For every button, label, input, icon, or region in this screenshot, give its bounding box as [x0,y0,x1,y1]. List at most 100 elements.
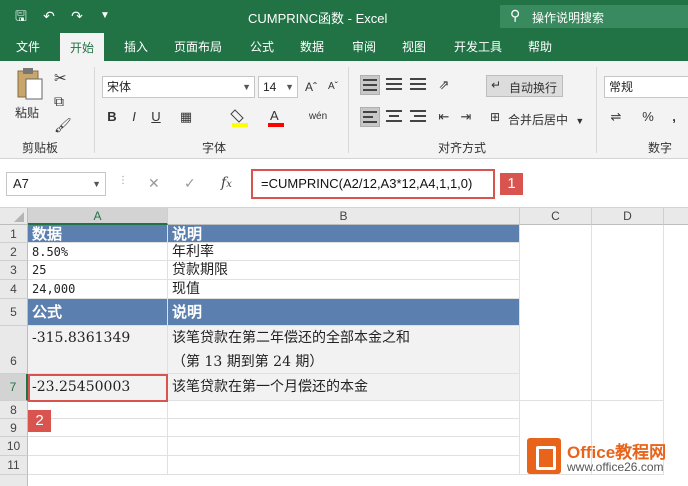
name-box-value: A7 [13,176,29,191]
cell-a2[interactable]: 8.50% [28,243,168,261]
tab-home[interactable]: 开始 [60,33,105,61]
column-header-b[interactable]: B [168,208,520,225]
currency-icon[interactable]: ⇌ [606,107,626,127]
ribbon-tabs: 文件 开始 插入 页面布局 公式 数据 审阅 视图 开发工具 帮助 [0,33,688,61]
cell-b9[interactable] [168,419,520,437]
cancel-icon[interactable]: ✕ [148,175,160,192]
tab-formulas[interactable]: 公式 [250,33,274,61]
insert-function-icon[interactable]: fx [221,175,232,191]
tab-review[interactable]: 审阅 [352,33,376,61]
cell-b10[interactable] [168,437,520,456]
cell-b6[interactable]: 该笔贷款在第二年偿还的全部本金之和 （第 13 期到第 24 期） [168,326,520,374]
row-header-3[interactable]: 3 [0,261,28,280]
cell-d-range[interactable] [592,225,664,401]
paste-icon[interactable] [14,67,44,101]
align-bottom-icon[interactable] [408,75,428,95]
tab-view[interactable]: 视图 [402,33,426,61]
wrap-text-button[interactable]: ↵ 自动换行 [486,75,564,97]
cell-a3[interactable]: 25 [28,261,168,280]
cell-a6[interactable]: -315.8361349 [28,326,168,374]
cell-c-range[interactable] [520,225,592,401]
wrap-text-label: 自动换行 [509,81,558,95]
align-right-icon[interactable] [408,107,428,127]
cell-b8[interactable] [168,401,520,419]
align-center-icon[interactable] [384,107,404,127]
cell-a5[interactable]: 公式 [28,299,168,326]
paste-button[interactable]: 粘贴 [15,104,39,121]
cell-b3[interactable]: 贷款期限 [168,261,520,280]
watermark-url: www.office26.com [567,460,664,474]
italic-button[interactable]: I [124,107,144,127]
font-name-combo[interactable]: 宋体 ▼ [102,76,255,98]
tab-insert[interactable]: 插入 [124,33,148,61]
undo-icon[interactable]: ↶ [38,6,60,26]
tab-help[interactable]: 帮助 [528,33,552,61]
copy-icon[interactable]: ⧉ [54,93,64,110]
column-header-a[interactable]: A [28,208,168,225]
row-header-12[interactable] [0,475,28,486]
row-header-7[interactable]: 7 [0,374,28,401]
column-header-e[interactable] [664,208,688,225]
cell-a11[interactable] [28,456,168,475]
row-header-4[interactable]: 4 [0,280,28,299]
row-header-11[interactable]: 11 [0,456,28,475]
cell-a4[interactable]: 24,000 [28,280,168,299]
number-format-combo[interactable]: 常规 [604,76,688,98]
align-top-icon[interactable] [360,75,380,95]
number-format-value: 常规 [609,80,634,94]
format-painter-icon[interactable]: 🖌 [54,117,72,134]
cell-b5[interactable]: 说明 [168,299,520,326]
row-header-1[interactable]: 1 [0,225,28,243]
name-box[interactable]: A7 ▼ [6,172,106,196]
row-header-6[interactable]: 6 [0,326,28,374]
increase-font-icon[interactable]: Aˆ [301,77,321,97]
percent-button[interactable]: % [638,107,658,127]
row-header-9[interactable]: 9 [0,419,28,437]
cell-a10[interactable] [28,437,168,456]
row-header-5[interactable]: 5 [0,299,28,326]
font-size-value: 14 [263,80,277,94]
cut-icon[interactable]: ✂ [54,69,67,87]
tab-data[interactable]: 数据 [300,33,324,61]
font-color-icon[interactable]: A [266,107,286,127]
cell-b2[interactable]: 年利率 [168,243,520,261]
enter-icon[interactable]: ✓ [184,175,196,192]
redo-icon[interactable]: ↷ [66,6,88,26]
customize-qat-icon[interactable]: ▼ [94,6,116,26]
tell-me-label: 操作说明搜索 [532,11,605,25]
phonetic-icon[interactable]: wén [308,107,328,127]
decrease-font-icon[interactable]: Aˇ [323,77,343,97]
tab-file[interactable]: 文件 [16,33,40,61]
column-header-c[interactable]: C [520,208,592,225]
select-all-corner[interactable] [0,208,28,225]
font-name-value: 宋体 [107,80,132,94]
row-header-8[interactable]: 8 [0,401,28,419]
align-left-icon[interactable] [360,107,380,127]
decrease-indent-icon[interactable]: ⇤ [434,107,454,127]
fill-color-icon[interactable] [230,107,250,127]
save-icon[interactable]: 🖫 [10,6,32,26]
orientation-icon[interactable]: ⇗ [434,75,454,95]
title-bar: 🖫 ↶ ↷ ▼ CUMPRINC函数 - Excel ⚲ 操作说明搜索 [0,0,688,33]
tab-page-layout[interactable]: 页面布局 [174,33,222,61]
column-header-d[interactable]: D [592,208,664,225]
font-size-combo[interactable]: 14 ▼ [258,76,298,98]
chevron-down-icon: ▼ [92,179,101,189]
cell-b1[interactable]: 说明 [168,225,520,243]
align-middle-icon[interactable] [384,75,404,95]
cell-b4[interactable]: 现值 [168,280,520,299]
borders-icon[interactable]: ▦ [176,107,196,127]
bold-button[interactable]: B [102,107,122,127]
tab-developer[interactable]: 开发工具 [454,33,502,61]
increase-indent-icon[interactable]: ⇥ [456,107,476,127]
cell-b7[interactable]: 该笔贷款在第一个月偿还的本金 [168,374,520,401]
comma-style-icon[interactable]: , [664,107,684,127]
underline-button[interactable]: U [146,107,166,127]
tell-me-search[interactable]: ⚲ 操作说明搜索 [500,5,688,28]
cell-b11[interactable] [168,456,520,475]
cell-a1[interactable]: 数据 [28,225,168,243]
merge-center-button[interactable]: ⊞ 合并后居中 ▼ [486,108,584,130]
formula-input[interactable]: =CUMPRINC(A2/12,A3*12,A4,1,1,0) [251,169,495,199]
row-header-10[interactable]: 10 [0,437,28,456]
row-header-2[interactable]: 2 [0,243,28,261]
